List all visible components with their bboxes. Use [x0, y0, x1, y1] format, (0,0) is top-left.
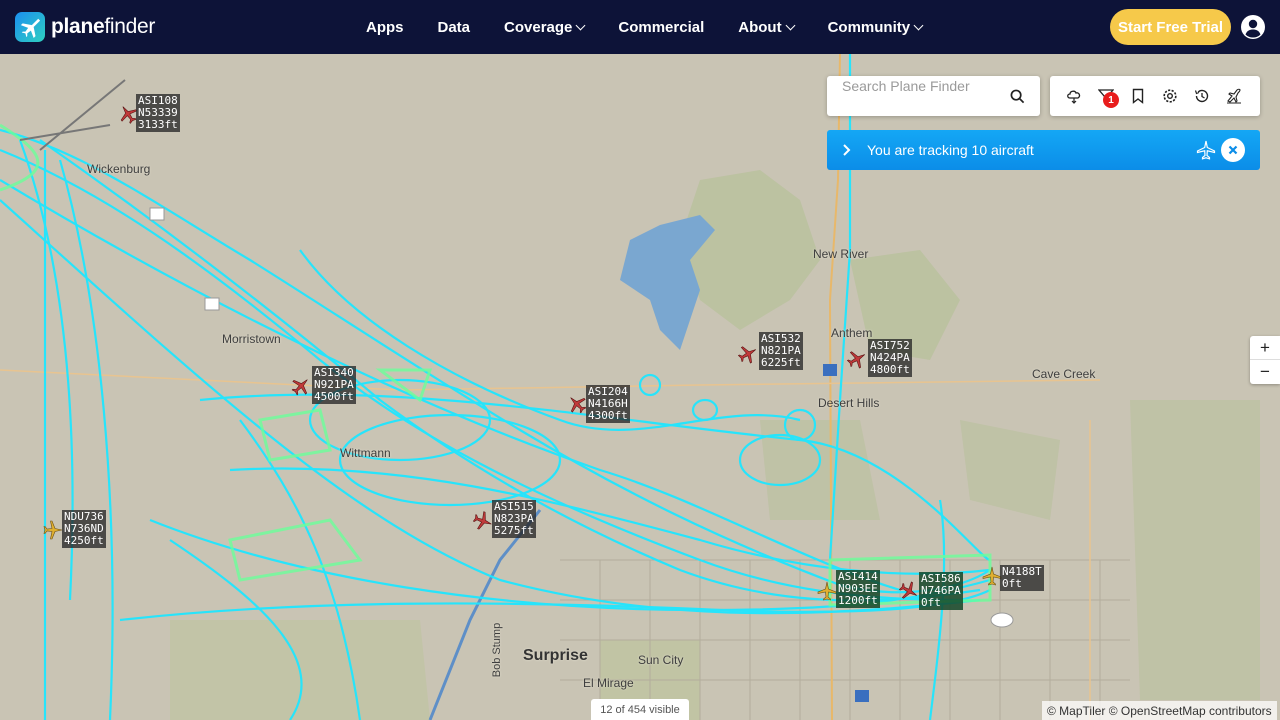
chevron-down-icon: [785, 20, 796, 30]
start-free-trial-button[interactable]: Start Free Trial: [1110, 9, 1231, 45]
visible-count: 12 of 454 visible: [591, 699, 689, 720]
aircraft-label[interactable]: ASI752 N424PA 4800ft: [868, 339, 912, 377]
weather-icon[interactable]: [1066, 88, 1082, 104]
bookmark-icon[interactable]: [1130, 88, 1146, 104]
top-nav: planefinder Apps Data Coverage Commercia…: [0, 0, 1280, 54]
place-label: Bob Stump: [491, 622, 504, 678]
place-label: Wickenburg: [87, 162, 151, 176]
menu-about[interactable]: About: [738, 19, 796, 36]
aircraft-icon[interactable]: [43, 520, 63, 540]
settings-icon[interactable]: [1162, 88, 1178, 104]
zoom-out-button[interactable]: −: [1250, 360, 1280, 384]
aircraft-icon[interactable]: [817, 581, 837, 601]
aircraft-label[interactable]: ASI515 N823PA 5275ft: [492, 500, 536, 538]
map-toolbar: [1050, 76, 1260, 116]
plane-icon: [1196, 140, 1216, 160]
aircraft-icon[interactable]: [291, 376, 311, 396]
aircraft-label[interactable]: ASI108 N53339 3133ft: [136, 94, 180, 132]
aircraft-label[interactable]: N4188T 0ft: [1000, 565, 1044, 591]
aircraft-label[interactable]: ASI532 N821PA 6225ft: [759, 332, 803, 370]
aircraft-label[interactable]: ASI340 N921PA 4500ft: [312, 366, 356, 404]
aircraft-icon[interactable]: [567, 394, 587, 414]
menu-data[interactable]: Data: [438, 19, 471, 36]
aircraft-icon[interactable]: [473, 511, 493, 531]
aircraft-icon[interactable]: [982, 566, 1002, 586]
aircraft-icon[interactable]: [738, 344, 758, 364]
chevron-down-icon: [575, 20, 586, 30]
chevron-down-icon: [913, 20, 924, 30]
place-label: Cave Creek: [1032, 367, 1096, 381]
search-icon[interactable]: [1010, 89, 1025, 104]
place-label: Surprise: [523, 647, 588, 664]
aircraft-label[interactable]: ASI586 N746PA 0ft: [919, 572, 963, 610]
logo[interactable]: planefinder: [15, 12, 155, 42]
aircraft-icon[interactable]: [899, 581, 919, 601]
place-label: Anthem: [831, 326, 873, 340]
account-icon[interactable]: [1241, 15, 1265, 39]
aircraft-icon[interactable]: [847, 349, 867, 369]
zoom-in-button[interactable]: +: [1250, 336, 1280, 360]
tracking-text: You are tracking 10 aircraft: [867, 142, 1034, 158]
menu-apps[interactable]: Apps: [366, 19, 404, 36]
close-icon: [1228, 145, 1238, 155]
place-label: Desert Hills: [818, 396, 880, 410]
place-label: Morristown: [222, 332, 281, 346]
close-tracking-button[interactable]: [1221, 138, 1245, 162]
zoom-control: + −: [1250, 336, 1280, 384]
aircraft-label[interactable]: ASI414 N903EE 1200ft: [836, 570, 880, 608]
place-label: Wittmann: [340, 446, 391, 460]
map-attribution[interactable]: © MapTiler © OpenStreetMap contributors: [1042, 701, 1277, 720]
place-label: Sun City: [638, 653, 684, 667]
menu-coverage[interactable]: Coverage: [504, 19, 586, 36]
menu-commercial[interactable]: Commercial: [618, 19, 704, 36]
search-box: [827, 76, 1040, 116]
aircraft-icon[interactable]: [118, 104, 138, 124]
logo-plane-icon: [15, 12, 45, 42]
place-label: New River: [813, 247, 869, 261]
search-input[interactable]: [827, 76, 1007, 96]
menu-community[interactable]: Community: [828, 19, 924, 36]
airport-icon[interactable]: [1226, 88, 1242, 104]
tracking-banner[interactable]: You are tracking 10 aircraft: [827, 130, 1260, 170]
aircraft-label[interactable]: NDU736 N736ND 4250ft: [62, 510, 106, 548]
chevron-right-icon[interactable]: [842, 144, 851, 156]
filter-count-badge: 1: [1103, 92, 1119, 108]
aircraft-label[interactable]: ASI204 N4166H 4300ft: [586, 385, 630, 423]
logo-text: planefinder: [51, 15, 156, 38]
history-icon[interactable]: [1194, 88, 1210, 104]
main-menu: Apps Data Coverage Commercial About Comm…: [366, 0, 924, 54]
place-label: El Mirage: [583, 676, 634, 690]
